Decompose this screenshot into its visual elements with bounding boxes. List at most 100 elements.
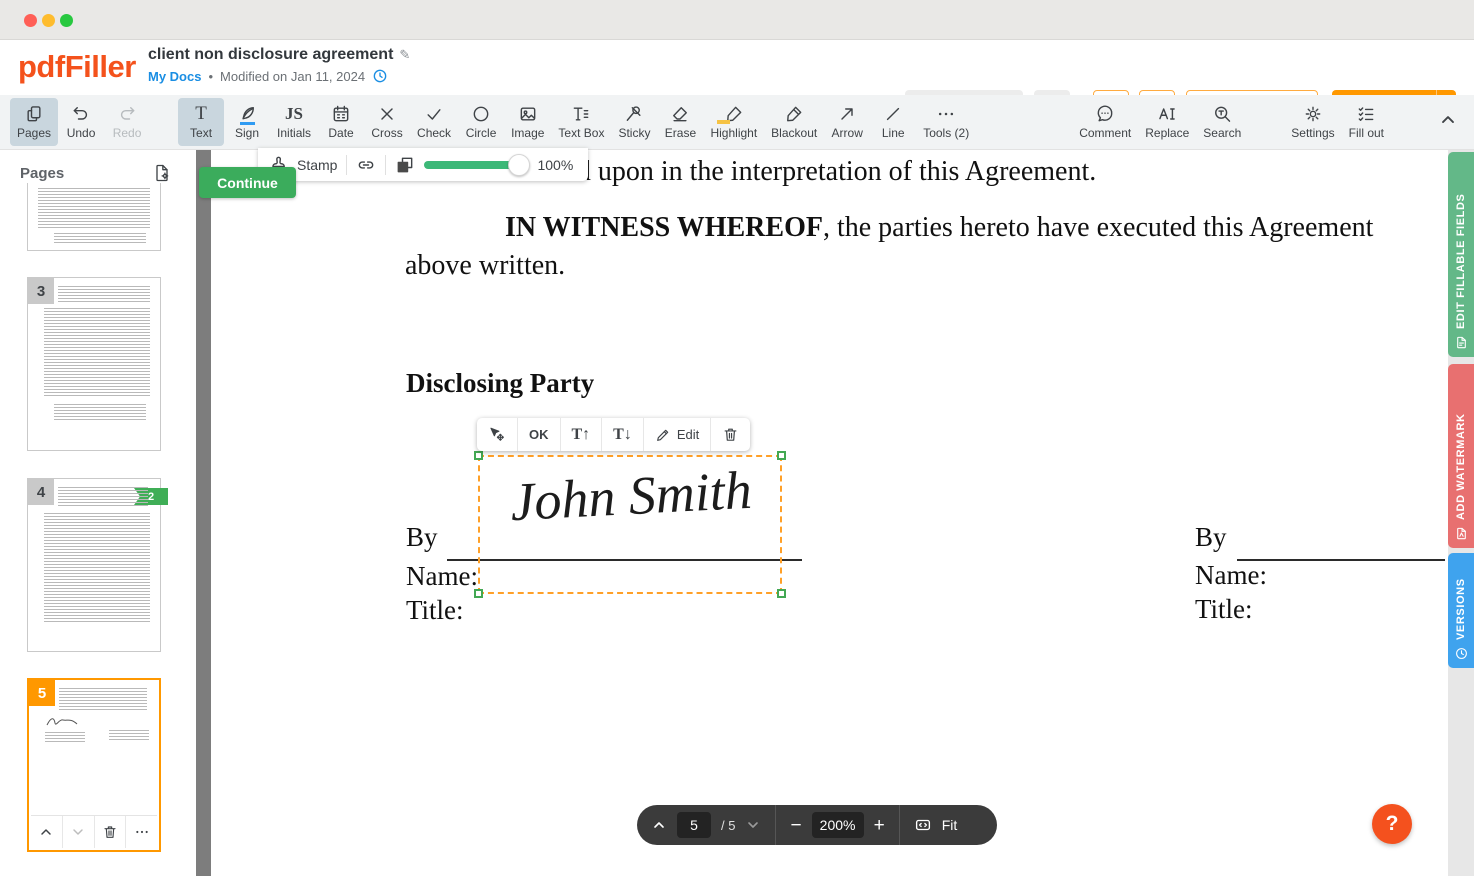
resize-handle-ne[interactable] — [777, 451, 786, 460]
toolbar-item-comment[interactable]: Comment — [1072, 98, 1138, 146]
check-icon — [424, 104, 444, 124]
tab-add-watermark[interactable]: ADD WATERMARK — [1448, 364, 1474, 548]
toolbar-item-check[interactable]: Check — [410, 98, 458, 146]
toolbar-item-sign[interactable]: Sign — [224, 98, 270, 146]
tab-versions[interactable]: VERSIONS — [1448, 553, 1474, 668]
zoom-out-button[interactable]: − — [790, 816, 801, 835]
doc-text-witness-line: IN WITNESS WHEREOF, the parties hereto h… — [505, 212, 1373, 244]
resize-handle-sw[interactable] — [474, 589, 483, 598]
opacity-slider[interactable] — [424, 161, 520, 169]
page-more-options-button[interactable] — [126, 816, 157, 848]
more-dots-icon — [134, 824, 150, 840]
pencil-icon — [655, 427, 671, 443]
versions-clock-icon — [1455, 647, 1468, 660]
thumbnail-page-2-partial[interactable] — [27, 183, 161, 251]
image-icon — [518, 104, 538, 124]
resize-handle-se[interactable] — [777, 589, 786, 598]
fill-out-checklist-icon — [1356, 104, 1376, 124]
edit-signature-button[interactable]: Edit — [644, 418, 711, 451]
more-tools-icon — [936, 104, 956, 124]
main-toolbar: Pages Undo Redo T Text Sign JS Initials … — [0, 95, 1474, 150]
move-element-button[interactable] — [477, 418, 518, 451]
link-icon[interactable] — [356, 155, 376, 175]
tab-edit-fillable-fields[interactable]: EDIT FILLABLE FIELDS — [1448, 152, 1474, 357]
toolbar-item-text-box[interactable]: Text Box — [551, 98, 611, 146]
toolbar-item-undo[interactable]: Undo — [58, 98, 104, 146]
toolbar-item-initials[interactable]: JS Initials — [270, 98, 318, 146]
toolbar-item-date[interactable]: Date — [318, 98, 364, 146]
zoom-value-input[interactable]: 200% — [812, 812, 864, 838]
toolbar-item-highlight[interactable]: Highlight — [703, 98, 764, 146]
move-page-up-button[interactable] — [31, 816, 63, 848]
toolbar-item-blackout[interactable]: Blackout — [764, 98, 824, 146]
toolbar-item-erase[interactable]: Erase — [657, 98, 703, 146]
toolbar-item-pages[interactable]: Pages — [10, 98, 58, 146]
help-button[interactable]: ? — [1372, 804, 1412, 844]
toolbar-item-search[interactable]: Search — [1196, 98, 1248, 146]
thumbnail-page-5-selected[interactable]: 5 — [27, 678, 161, 852]
current-page-input[interactable]: 5 — [677, 812, 711, 838]
page-up-button[interactable] — [651, 817, 667, 833]
toolbar-collapse-button[interactable] — [1438, 110, 1458, 135]
page-down-button[interactable] — [745, 817, 761, 833]
toolbar-item-text[interactable]: T Text — [178, 98, 224, 146]
toolbar-item-image[interactable]: Image — [504, 98, 551, 146]
page-number-badge: 5 — [29, 680, 55, 706]
window-maximize-button[interactable] — [60, 14, 73, 27]
delete-signature-button[interactable] — [711, 418, 750, 451]
title-label-right: Title: — [1195, 594, 1253, 625]
fit-button[interactable]: Fit — [900, 805, 972, 845]
zoom-in-button[interactable]: + — [874, 816, 885, 835]
toolbar-item-sticky[interactable]: Sticky — [611, 98, 657, 146]
toolbar-item-replace[interactable]: Replace — [1138, 98, 1196, 146]
edit-label: Edit — [677, 427, 699, 442]
disclosing-party-heading: Disclosing Party — [406, 368, 594, 399]
resize-handle-nw[interactable] — [474, 451, 483, 460]
name-label-left: Name: — [406, 561, 478, 592]
thumbnail-page-3[interactable]: 3 — [27, 277, 161, 451]
thumbnail-page-4[interactable]: 4 2 — [27, 478, 161, 652]
name-label-right: Name: — [1195, 560, 1267, 591]
modified-date: Modified on Jan 11, 2024 — [220, 69, 365, 84]
versions-label: VERSIONS — [1455, 565, 1467, 640]
page-gear-icon — [152, 163, 172, 183]
stamp-label[interactable]: Stamp — [297, 157, 337, 173]
opacity-icon[interactable] — [395, 155, 415, 175]
secondary-toolbar: Stamp 100% — [258, 148, 588, 181]
move-page-down-button[interactable] — [63, 816, 95, 848]
thumbnail-controls — [31, 815, 157, 848]
watermark-doc-icon — [1455, 527, 1468, 540]
page-number-badge: 4 — [28, 479, 54, 505]
increase-font-button[interactable]: T↑ — [561, 418, 603, 451]
search-icon — [1212, 104, 1232, 124]
highlight-color-bar — [717, 120, 730, 124]
fit-label: Fit — [942, 817, 958, 833]
decrease-font-button[interactable]: T↓ — [602, 418, 644, 451]
window-close-button[interactable] — [24, 14, 37, 27]
replace-icon — [1157, 104, 1177, 124]
pages-sidebar: Pages 3 4 2 5 — [0, 150, 190, 876]
toolbar-item-fill-out[interactable]: Fill out — [1342, 98, 1391, 146]
opacity-slider-knob[interactable] — [508, 154, 530, 176]
document-scrollbar[interactable] — [196, 150, 211, 876]
ok-label: OK — [529, 427, 549, 442]
signature-selection-box[interactable]: John Smith — [478, 455, 782, 594]
edit-title-icon[interactable]: ✎ — [399, 47, 410, 62]
continue-button[interactable]: Continue — [199, 167, 296, 198]
toolbar-item-circle[interactable]: Circle — [458, 98, 504, 146]
toolbar-item-arrow[interactable]: Arrow — [824, 98, 870, 146]
signature-text[interactable]: John Smith — [485, 457, 778, 534]
window-minimize-button[interactable] — [42, 14, 55, 27]
breadcrumb-my-docs[interactable]: My Docs — [148, 69, 201, 84]
toolbar-item-tools[interactable]: Tools (2) — [916, 98, 976, 146]
toolbar-item-settings[interactable]: Settings — [1284, 98, 1341, 146]
toolbar-item-line[interactable]: Line — [870, 98, 916, 146]
breadcrumb-dot: • — [208, 69, 213, 84]
ok-button[interactable]: OK — [518, 418, 561, 451]
document-page: be used or relied upon in the interpreta… — [211, 150, 1448, 876]
sidebar-title: Pages — [20, 165, 64, 182]
page-total: / 5 — [721, 818, 735, 833]
toolbar-item-cross[interactable]: Cross — [364, 98, 410, 146]
delete-page-button[interactable] — [95, 816, 127, 848]
trash-icon — [722, 426, 739, 443]
